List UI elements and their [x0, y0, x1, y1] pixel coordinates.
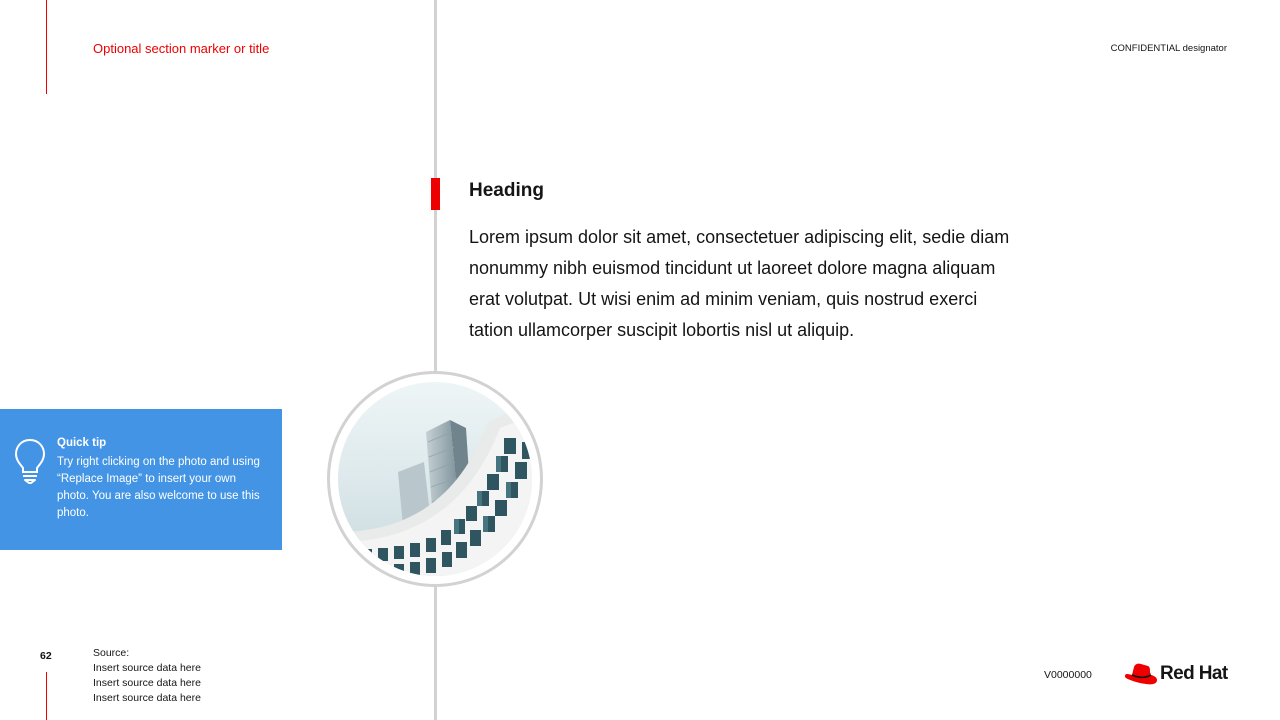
slide-heading[interactable]: Heading	[469, 180, 544, 202]
source-line: Insert source data here	[93, 677, 201, 689]
quick-tip-panel: Quick tip Try right clicking on the phot…	[0, 409, 282, 550]
red-hat-icon	[1125, 663, 1157, 685]
source-label: Source:	[93, 647, 130, 659]
quick-tip-body: Try right clicking on the photo and usin…	[57, 456, 260, 519]
building-photo[interactable]	[338, 382, 532, 576]
body-paragraph[interactable]: Lorem ipsum dolor sit amet, consectetuer…	[469, 222, 1014, 346]
source-block[interactable]: Source: Insert source data here Insert s…	[93, 646, 201, 706]
photo-frame	[327, 371, 543, 587]
page-number: 62	[40, 650, 52, 662]
logo-wordmark: Red Hat	[1160, 663, 1228, 684]
top-left-accent-rule	[46, 0, 47, 94]
source-line: Insert source data here	[93, 662, 201, 674]
center-vertical-rule	[434, 0, 437, 720]
heading-accent-bar	[431, 178, 440, 210]
red-hat-logo: Red Hat	[1124, 660, 1228, 688]
bottom-left-accent-rule	[46, 672, 47, 720]
source-line: Insert source data here	[93, 692, 201, 704]
confidential-designator: CONFIDENTIAL designator	[1110, 43, 1227, 54]
quick-tip-title: Quick tip	[57, 437, 107, 449]
lightbulb-icon	[14, 438, 46, 489]
section-marker: Optional section marker or title	[93, 41, 270, 56]
version-code: V0000000	[1044, 669, 1092, 681]
